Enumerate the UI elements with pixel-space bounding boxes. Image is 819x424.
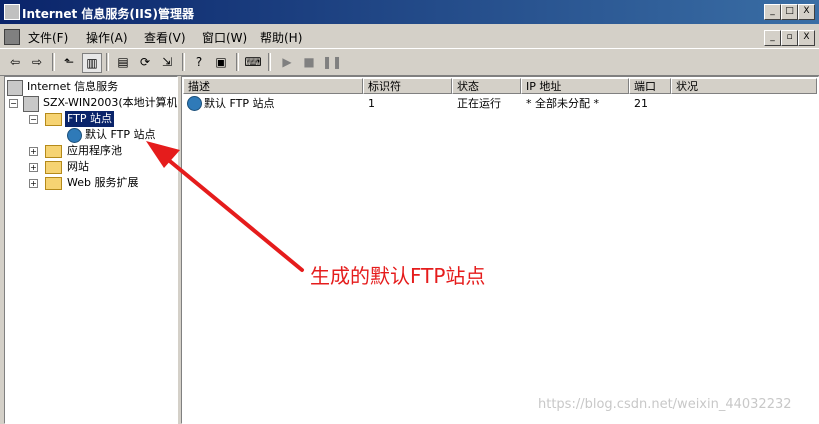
properties-icon[interactable]: ▤ xyxy=(114,53,132,71)
toolbar-separator xyxy=(268,53,271,71)
ftp-site-icon xyxy=(187,96,202,111)
server-icon xyxy=(23,96,39,112)
refresh-icon[interactable]: ⟳ xyxy=(136,53,154,71)
close-button[interactable]: X xyxy=(798,4,815,20)
cell-status: 正在运行 xyxy=(457,97,501,110)
forward-arrow-icon[interactable]: ⇨ xyxy=(28,53,46,71)
child-restore-button[interactable]: ▫ xyxy=(781,30,798,46)
cell-ip-address: * 全部未分配 * xyxy=(526,97,599,110)
column-ip-address[interactable]: IP 地址 xyxy=(521,78,629,94)
cell-description: 默认 FTP 站点 xyxy=(204,97,275,110)
tree-web-ext-label: Web 服务扩展 xyxy=(67,176,139,189)
tree-default-ftp-label: 默认 FTP 站点 xyxy=(85,128,156,141)
column-status[interactable]: 状态 xyxy=(452,78,521,94)
folder-icon xyxy=(45,177,62,190)
column-description[interactable]: 描述 xyxy=(183,78,363,94)
child-close-button[interactable]: X xyxy=(798,30,815,46)
annotation-label: 生成的默认FTP站点 xyxy=(310,264,486,288)
tree-websites-label: 网站 xyxy=(67,160,89,173)
menu-file[interactable]: 文件(F) xyxy=(28,29,68,46)
toolbar-separator xyxy=(52,53,55,71)
menu-window[interactable]: 窗口(W) xyxy=(202,29,247,46)
expand-icon[interactable]: + xyxy=(29,179,38,188)
toolbar-separator xyxy=(106,53,109,71)
minimize-button[interactable]: _ xyxy=(764,4,781,20)
collapse-icon[interactable]: − xyxy=(9,99,18,108)
mmc-system-icon[interactable] xyxy=(4,29,20,45)
pause-icon[interactable]: ❚❚ xyxy=(322,53,342,71)
menu-help[interactable]: 帮助(H) xyxy=(260,29,302,46)
toolbar-separator xyxy=(182,53,185,71)
show-tree-icon[interactable]: ▥ xyxy=(82,53,102,73)
help-icon[interactable]: ? xyxy=(190,53,208,71)
stop-icon[interactable]: ■ xyxy=(300,53,318,71)
play-icon[interactable]: ▶ xyxy=(278,53,296,71)
menu-action[interactable]: 操作(A) xyxy=(86,29,128,46)
computer-icon[interactable]: ⌨ xyxy=(244,53,262,71)
console-icon[interactable]: ▣ xyxy=(212,53,230,71)
folder-icon xyxy=(45,113,62,126)
folder-icon xyxy=(45,161,62,174)
toolbar: ⇦ ⇨ ⬑ ▥ ▤ ⟳ ⇲ ? ▣ ⌨ ▶ ■ ❚❚ xyxy=(0,48,819,76)
collapse-icon[interactable]: − xyxy=(29,115,38,124)
cell-port: 21 xyxy=(634,97,648,110)
tree-pane[interactable]: Internet 信息服务 − SZX-WIN2003(本地计算机) − FTP… xyxy=(4,76,178,424)
maximize-button[interactable]: □ xyxy=(781,4,798,20)
menu-bar: 文件(F) 操作(A) 查看(V) 窗口(W) 帮助(H) _ ▫ X xyxy=(0,25,819,47)
title-bar: Internet 信息服务(IIS)管理器 _ □ X xyxy=(0,0,819,24)
cell-identifier: 1 xyxy=(368,97,375,110)
column-identifier[interactable]: 标识符 xyxy=(363,78,452,94)
menu-view[interactable]: 查看(V) xyxy=(144,29,186,46)
iis-app-icon[interactable] xyxy=(4,4,20,20)
column-port[interactable]: 端口 xyxy=(629,78,671,94)
expand-icon[interactable]: + xyxy=(29,147,38,156)
watermark: https://blog.csdn.net/weixin_44032232 xyxy=(538,397,792,412)
iis-root-icon xyxy=(7,80,23,96)
tree-ftp-sites-label: FTP 站点 xyxy=(65,111,114,127)
toolbar-separator xyxy=(236,53,239,71)
expand-icon[interactable]: + xyxy=(29,163,38,172)
back-arrow-icon[interactable]: ⇦ xyxy=(6,53,24,71)
list-pane[interactable]: 描述 标识符 状态 IP 地址 端口 状况 默认 FTP 站点 1 正在运行 *… xyxy=(181,76,819,424)
ftp-site-icon xyxy=(67,128,82,143)
column-condition[interactable]: 状况 xyxy=(671,78,817,94)
folder-icon xyxy=(45,145,62,158)
window-title: Internet 信息服务(IIS)管理器 xyxy=(22,7,194,21)
child-minimize-button[interactable]: _ xyxy=(764,30,781,46)
tree-server-label: SZX-WIN2003(本地计算机) xyxy=(43,96,178,109)
tree-root-label: Internet 信息服务 xyxy=(27,80,119,93)
tree-app-pools-label: 应用程序池 xyxy=(67,144,122,157)
export-icon[interactable]: ⇲ xyxy=(158,53,176,71)
up-folder-icon[interactable]: ⬑ xyxy=(60,53,78,71)
